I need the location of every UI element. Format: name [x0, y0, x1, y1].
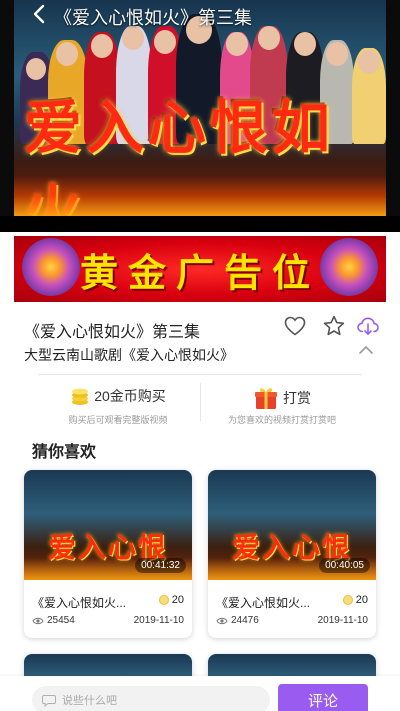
- view-count-value: 25454: [47, 615, 75, 626]
- coin-icon: [158, 595, 169, 605]
- video-player[interactable]: 爱入心恨如火 《爱入心恨如火》第三集: [0, 0, 400, 232]
- flower-decoration: [320, 238, 378, 296]
- buy-with-coins-button[interactable]: 20金币购买 购买后可观看完整版视频: [38, 378, 198, 428]
- back-arrow-icon[interactable]: [28, 2, 50, 26]
- price-value: 20: [355, 594, 368, 606]
- buy-label: 20金币购买: [94, 388, 166, 404]
- ad-banner[interactable]: 黄金广告位: [14, 236, 386, 302]
- episode-subtitle: 大型云南山歌剧《爱入心恨如火》: [24, 347, 234, 363]
- video-title: 《爱入心恨如火》第三集: [54, 8, 252, 28]
- coin-icon: [342, 595, 353, 605]
- coin-stack-icon: [72, 388, 89, 405]
- episode-title: 《爱入心恨如火》第三集: [24, 324, 201, 341]
- eye-icon: [216, 617, 228, 624]
- eye-icon: [32, 617, 44, 624]
- gift-box-icon: [255, 388, 277, 409]
- recommend-section-title: 猜你喜欢: [32, 444, 97, 461]
- price-value: 20: [171, 594, 184, 606]
- video-duration: 00:41:32: [135, 558, 186, 573]
- view-count-value: 24476: [231, 615, 259, 626]
- cloud-download-icon[interactable]: [356, 314, 380, 338]
- chat-bubble-icon: [42, 694, 56, 707]
- reward-button[interactable]: 打赏 为您喜欢的视频打赏打赏吧: [202, 378, 362, 428]
- divider: [38, 374, 362, 375]
- reward-hint: 为您喜欢的视频打赏打赏吧: [227, 415, 336, 425]
- price-coins: 20: [158, 594, 184, 606]
- video-date: 2019-11-10: [133, 615, 184, 626]
- fire-decoration: [14, 176, 386, 216]
- view-count: 24476: [216, 615, 259, 626]
- video-date: 2019-11-10: [317, 615, 368, 626]
- video-card[interactable]: 爱入心恨 00:40:05 《爱入心恨如火... 20 24476 2019-1…: [208, 470, 376, 638]
- chevron-up-icon[interactable]: [356, 342, 376, 358]
- video-poster: 爱入心恨如火: [14, 0, 386, 216]
- flower-decoration: [22, 238, 80, 296]
- comment-placeholder: 说些什么吧: [62, 695, 117, 707]
- reward-label: 打赏: [283, 390, 311, 406]
- vertical-divider: [200, 383, 201, 421]
- comment-input[interactable]: 说些什么吧: [32, 686, 270, 711]
- buy-hint: 购买后可观看完整版视频: [68, 415, 168, 425]
- video-card-title: 《爱入心恨如火...: [32, 596, 127, 610]
- submit-comment-button[interactable]: 评论: [278, 684, 368, 711]
- player-bottom-bar: [0, 216, 400, 232]
- video-card[interactable]: 爱入心恨 00:41:32 《爱入心恨如火... 20 25454 2019-1…: [24, 470, 192, 638]
- video-duration: 00:40:05: [319, 558, 370, 573]
- star-icon[interactable]: [322, 314, 346, 338]
- heart-icon[interactable]: [283, 314, 307, 338]
- view-count: 25454: [32, 615, 75, 626]
- ad-banner-text: 黄金广告位: [79, 249, 320, 295]
- video-card-title: 《爱入心恨如火...: [216, 596, 311, 610]
- price-coins: 20: [342, 594, 368, 606]
